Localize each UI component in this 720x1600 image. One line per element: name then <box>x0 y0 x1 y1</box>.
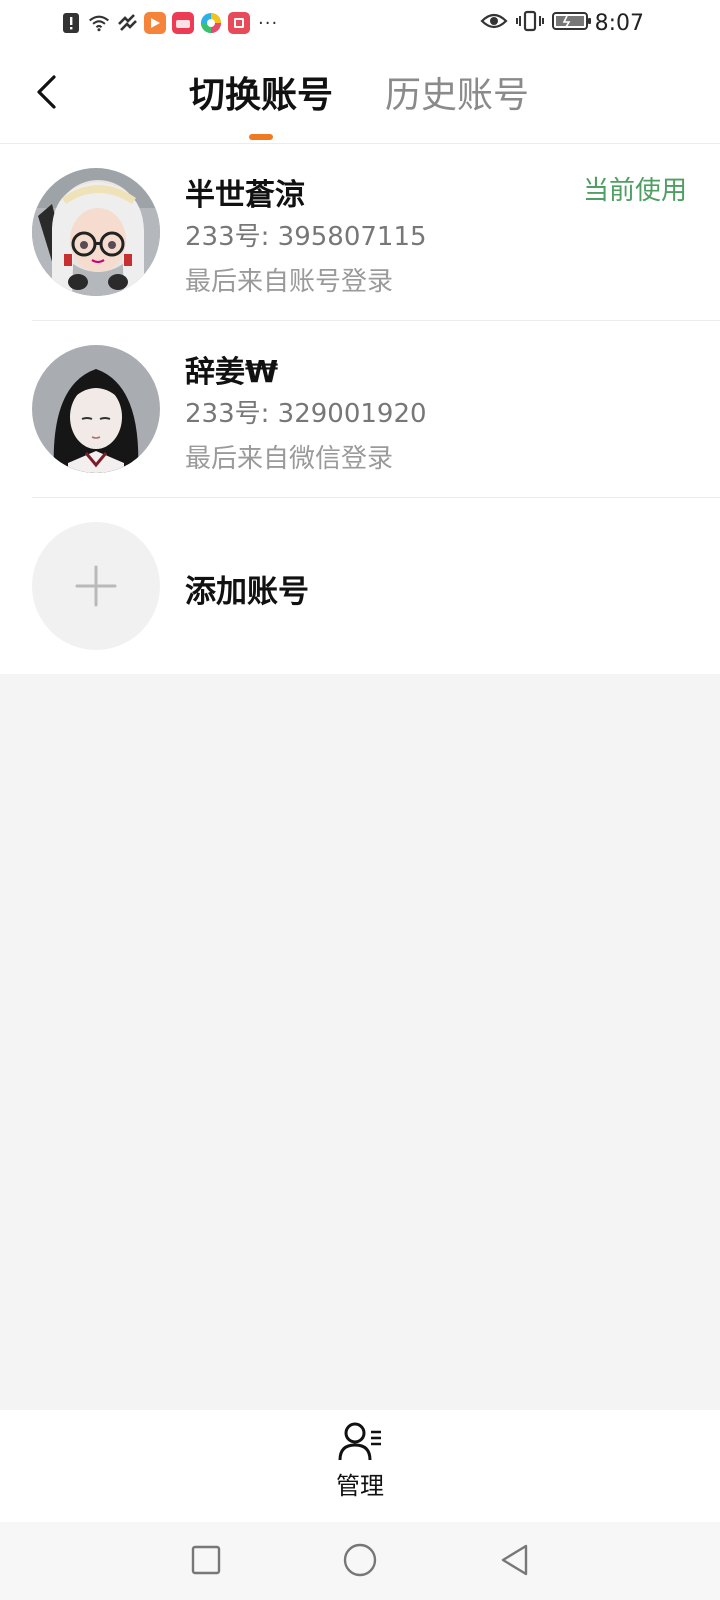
status-time: 8:07 <box>594 11 644 36</box>
recent-apps-button[interactable] <box>186 1540 226 1580</box>
triangle-back-icon <box>501 1544 528 1576</box>
manage-label: 管理 <box>336 1472 384 1500</box>
tab-history-account[interactable]: 历史账号 <box>385 72 529 120</box>
avatar <box>32 168 160 296</box>
manage-button[interactable]: 管理 <box>320 1420 400 1516</box>
vibrate-icon <box>516 10 544 32</box>
status-right-icons <box>480 10 592 32</box>
header: 切换账号 历史账号 <box>0 48 720 144</box>
empty-area <box>0 674 720 1410</box>
system-nav-bar <box>0 1522 720 1600</box>
back-nav-button[interactable] <box>494 1540 534 1580</box>
account-row[interactable]: 半世蒼涼 233号: 395807115 最后来自账号登录 当前使用 <box>0 144 720 321</box>
account-id: 233号: 329001920 <box>185 399 427 429</box>
square-icon <box>191 1545 221 1575</box>
account-login-method: 最后来自微信登录 <box>185 444 394 474</box>
add-account-label: 添加账号 <box>185 574 309 610</box>
account-name: 辞姜₩ <box>185 355 279 390</box>
status-left-icons: ··· <box>60 12 278 34</box>
notification-alert-icon <box>60 12 82 34</box>
status-more: ··· <box>258 12 279 34</box>
tab-indicator <box>249 134 273 140</box>
link-icon <box>116 12 138 34</box>
account-login-method: 最后来自账号登录 <box>185 267 394 297</box>
current-in-use-badge: 当前使用 <box>582 176 687 206</box>
chevron-left-icon <box>37 75 56 109</box>
app-shop-icon <box>172 12 194 34</box>
account-name: 半世蒼涼 <box>185 178 305 213</box>
user-manage-icon <box>338 1422 381 1461</box>
add-avatar <box>32 522 160 650</box>
account-row[interactable]: 辞姜₩ 233号: 329001920 最后来自微信登录 <box>0 321 720 498</box>
bottom-bar: 管理 <box>0 1410 720 1522</box>
avatar <box>32 345 160 473</box>
circle-icon <box>343 1543 377 1577</box>
wifi-icon <box>88 12 110 34</box>
app-book-icon <box>228 12 250 34</box>
account-id: 233号: 395807115 <box>185 222 427 252</box>
app-video-icon <box>144 12 166 34</box>
home-button[interactable] <box>340 1540 380 1580</box>
status-bar: ··· 8:07 <box>0 0 720 48</box>
battery-icon <box>552 10 592 32</box>
app-colorful-icon <box>200 12 222 34</box>
tab-switch-account[interactable]: 切换账号 <box>189 72 333 120</box>
back-button[interactable] <box>24 70 68 114</box>
add-account-row[interactable]: 添加账号 <box>0 498 720 674</box>
eye-icon <box>480 10 508 32</box>
plus-icon <box>75 565 117 607</box>
account-list: 半世蒼涼 233号: 395807115 最后来自账号登录 当前使用 辞姜₩ 2… <box>0 144 720 674</box>
